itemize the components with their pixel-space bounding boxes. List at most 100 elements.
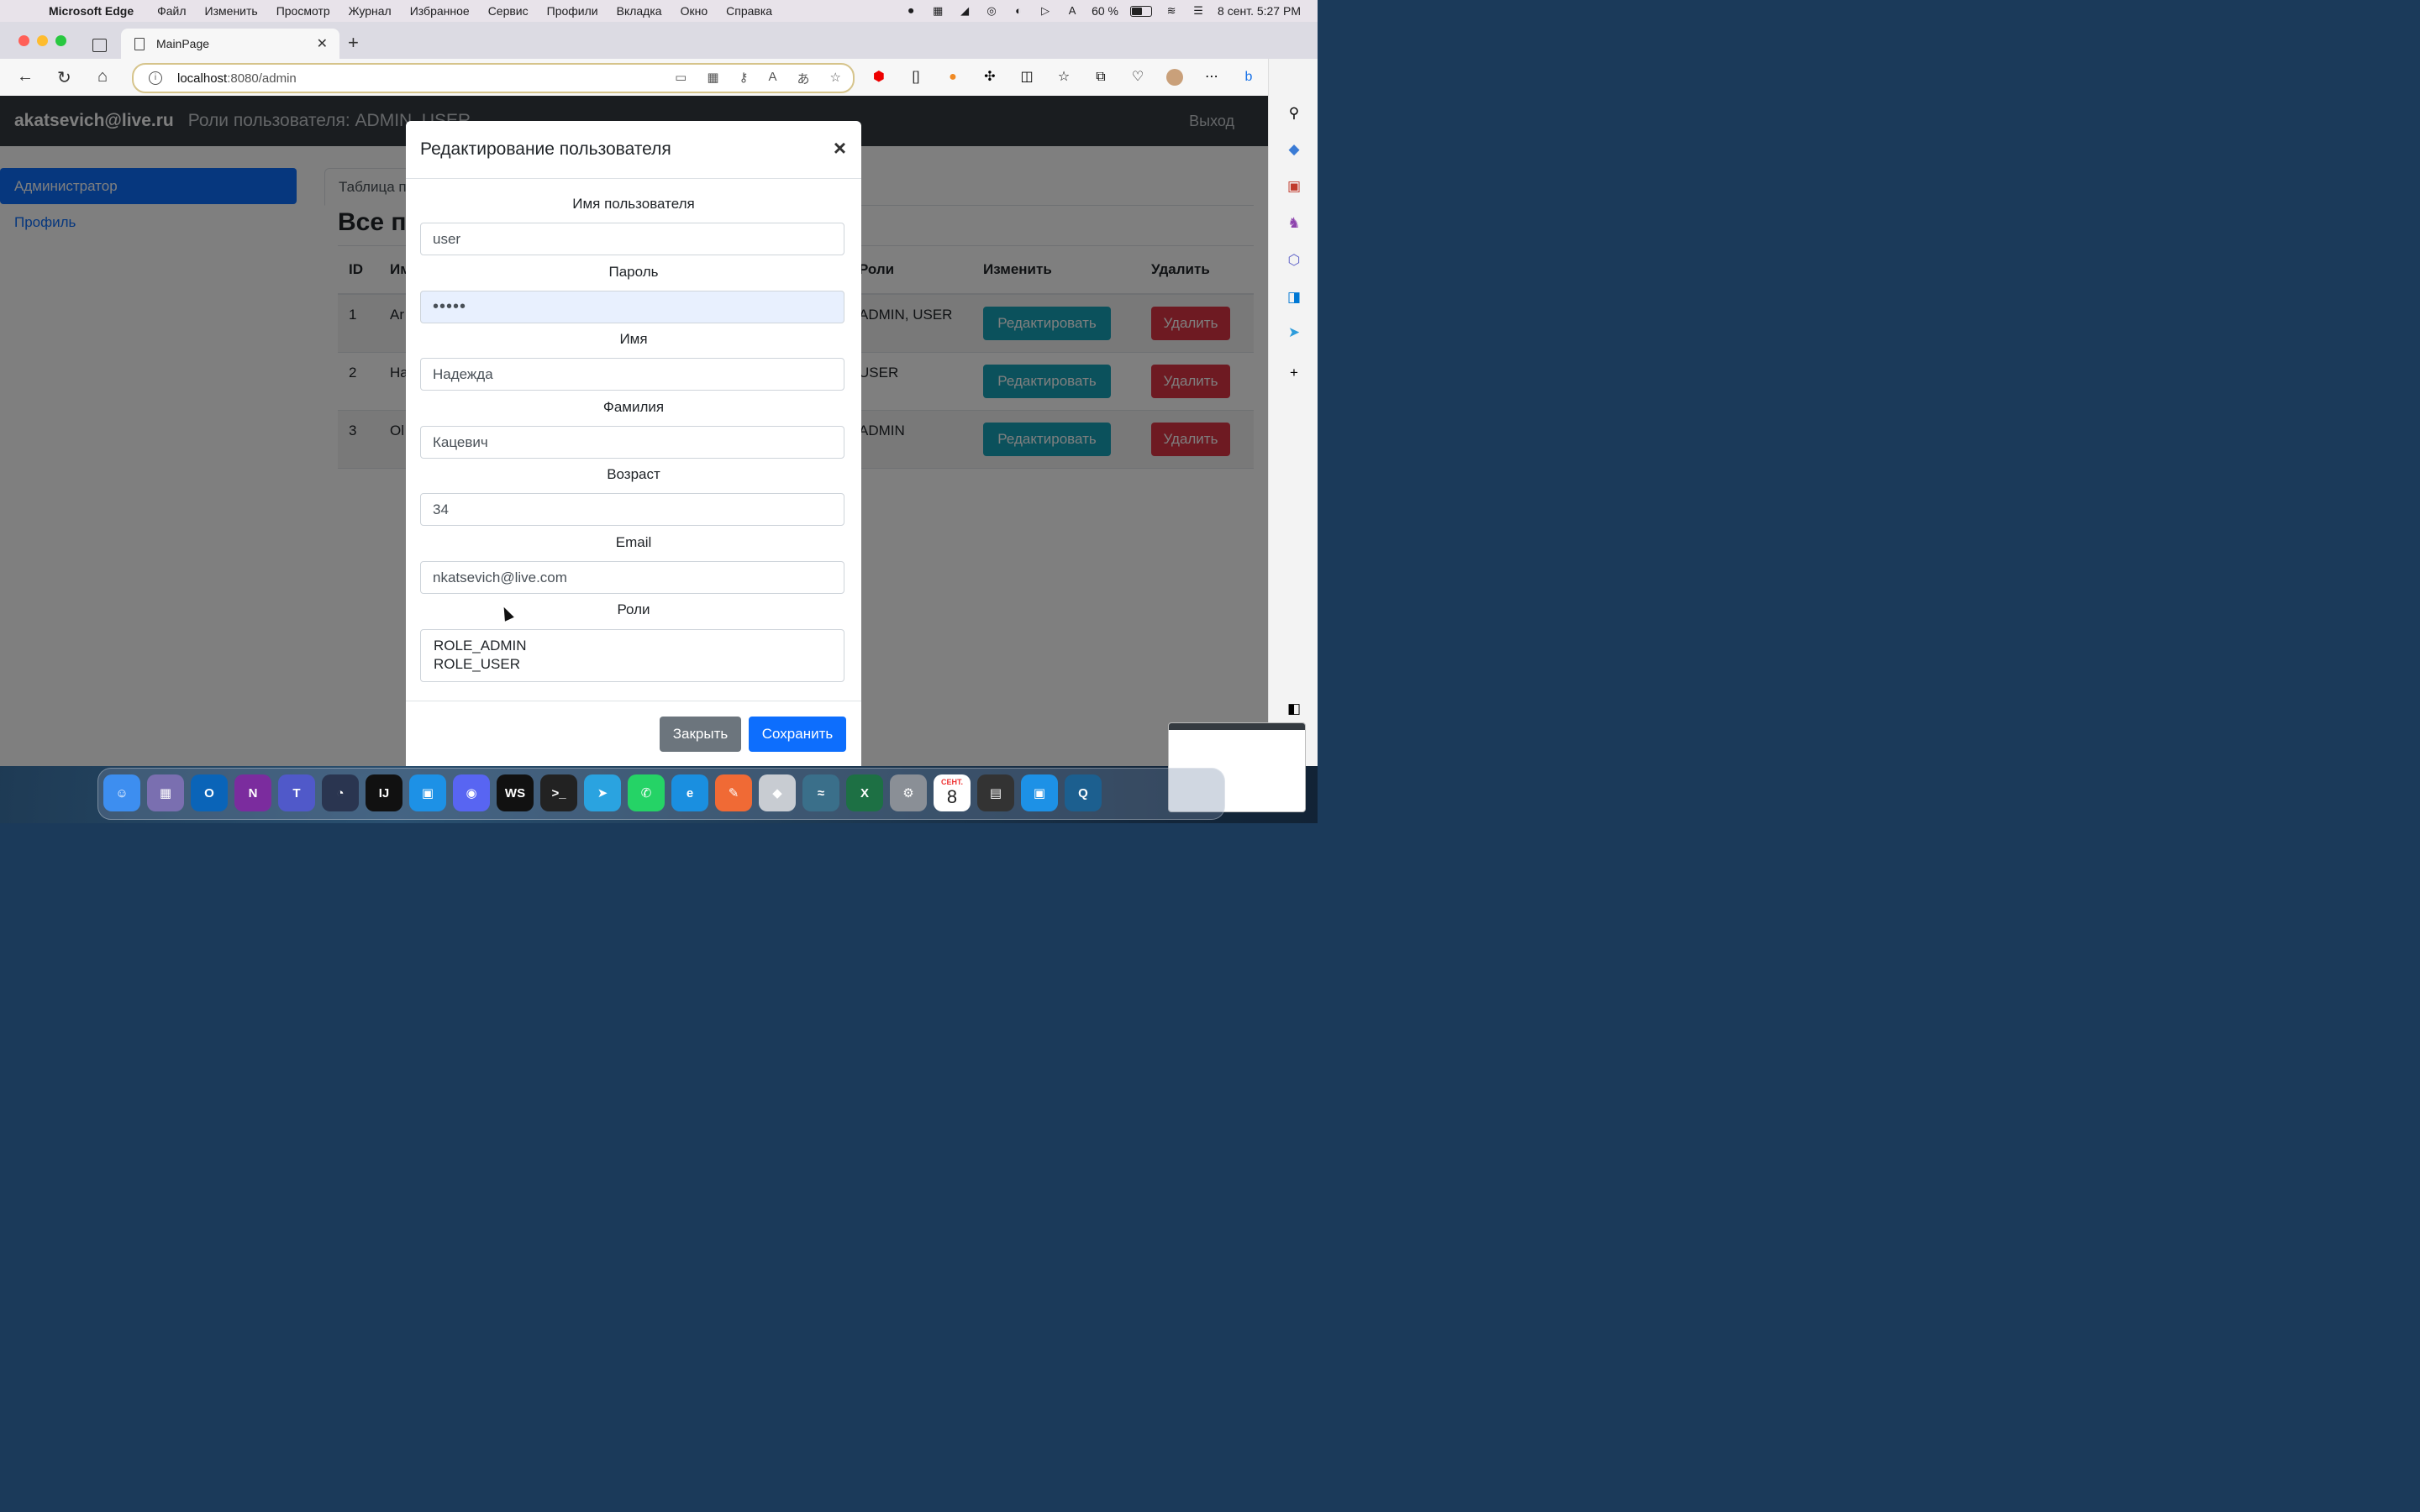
outlook-icon[interactable]: ◨ (1286, 289, 1302, 306)
close-button[interactable]: Закрыть (660, 717, 741, 752)
shopping-icon[interactable]: ◆ (1286, 141, 1302, 158)
last-name-input[interactable]: Кацевич (420, 426, 844, 459)
finder-icon[interactable]: ☺ (103, 774, 140, 811)
discord-icon[interactable]: ◉ (453, 774, 490, 811)
close-window-icon[interactable] (18, 35, 29, 46)
menu-profiles[interactable]: Профили (547, 4, 598, 18)
username-input[interactable]: user (420, 223, 844, 255)
battery-icon[interactable] (1130, 5, 1153, 17)
home-icon[interactable]: ⌂ (97, 67, 108, 87)
profile-avatar-icon[interactable] (1166, 69, 1183, 86)
apps-icon[interactable]: ▦ (707, 70, 718, 87)
record-icon[interactable]: ⏺ (903, 4, 918, 18)
copilot-apps-icon[interactable]: ⬡ (1286, 252, 1302, 269)
password-input[interactable]: ••••• (420, 291, 844, 323)
menu-favorites[interactable]: Избранное (410, 4, 470, 18)
site-info-icon[interactable]: i (149, 71, 162, 85)
app-name[interactable]: Microsoft Edge (49, 4, 134, 18)
performance-icon[interactable]: ♡ (1129, 69, 1146, 86)
roblox-icon[interactable]: ◆ (759, 774, 796, 811)
extension-bracket-icon[interactable]: [] (908, 69, 924, 86)
quicktime-icon[interactable]: Q (1065, 774, 1102, 811)
menu-tools[interactable]: Сервис (488, 4, 529, 18)
mysql-workbench-icon[interactable]: ≈ (802, 774, 839, 811)
email-label: Email (615, 534, 652, 550)
extension-orange-icon[interactable]: ● (944, 69, 961, 86)
telegram-dock-icon[interactable]: ➤ (584, 774, 621, 811)
docker-desktop-icon[interactable]: ▣ (1021, 774, 1058, 811)
edge-dock-icon[interactable]: e (671, 774, 708, 811)
roles-select[interactable]: ROLE_ADMIN ROLE_USER (420, 629, 844, 682)
menu-history[interactable]: Журнал (349, 4, 392, 18)
favorite-star-icon[interactable]: ☆ (830, 70, 841, 87)
first-name-input[interactable]: Надежда (420, 358, 844, 391)
outlook-dock-icon[interactable]: O (191, 774, 228, 811)
age-input[interactable]: 34 (420, 493, 844, 526)
new-tab-icon[interactable]: + (348, 32, 359, 54)
play-icon[interactable]: ▷ (1038, 4, 1053, 18)
back-icon[interactable]: ← (17, 67, 34, 87)
calendar-icon[interactable]: СЕНТ. 8 (934, 774, 971, 811)
key-icon[interactable]: ⚷ (739, 70, 749, 87)
control-center-icon[interactable]: ☰ (1191, 4, 1206, 18)
clock[interactable]: 8 сент. 5:27 PM (1218, 4, 1301, 18)
search-icon[interactable]: ⚲ (1286, 105, 1302, 122)
system-settings-icon[interactable]: ⚙ (890, 774, 927, 811)
refresh-icon[interactable]: ↻ (57, 67, 71, 88)
save-button[interactable]: Сохранить (749, 717, 846, 752)
tools-icon[interactable]: ▣ (1286, 178, 1302, 195)
address-bar[interactable]: i localhost:8080/admin ▭ ▦ ⚷ A あ ☆ (132, 63, 855, 93)
tab-actions-icon[interactable] (92, 39, 107, 52)
creative-cloud-icon[interactable]: ◎ (984, 4, 999, 18)
sidebar-toggle-icon[interactable]: ◧ (1286, 701, 1302, 717)
calculator-icon[interactable]: ▤ (977, 774, 1014, 811)
launchpad-icon[interactable]: ▦ (147, 774, 184, 811)
add-icon[interactable]: + (1286, 365, 1302, 381)
menu-file[interactable]: Файл (157, 4, 186, 18)
onenote-icon[interactable]: N (234, 774, 271, 811)
terminal-icon[interactable]: >_ (540, 774, 577, 811)
webstorm-icon[interactable]: WS (497, 774, 534, 811)
contrast-icon[interactable]: ◐ (1011, 4, 1026, 18)
more-icon[interactable]: ⋯ (1203, 69, 1220, 86)
send-icon[interactable]: ➤ (1286, 324, 1302, 341)
menu-tab[interactable]: Вкладка (617, 4, 662, 18)
postman-icon[interactable]: ✎ (715, 774, 752, 811)
teams-icon[interactable]: T (278, 774, 315, 811)
zoom-window-icon[interactable] (55, 35, 66, 46)
read-aloud-icon[interactable]: A (769, 70, 777, 87)
excel-icon[interactable]: X (846, 774, 883, 811)
translate-icon[interactable]: あ (797, 70, 810, 87)
docker-icon[interactable]: ▦ (930, 4, 945, 18)
intellij-icon[interactable]: IJ (366, 774, 402, 811)
menu-view[interactable]: Просмотр (276, 4, 330, 18)
minimize-window-icon[interactable] (37, 35, 48, 46)
mac-menubar: Microsoft Edge Файл Изменить Просмотр Жу… (0, 0, 1318, 22)
whatsapp-icon[interactable]: ✆ (628, 774, 665, 811)
role-option-admin[interactable]: ROLE_ADMIN (434, 637, 831, 655)
collections-icon[interactable]: ⧉ (1092, 69, 1109, 86)
docker-dock-icon[interactable]: ▣ (409, 774, 446, 811)
battery-percent: 60 % (1092, 4, 1119, 18)
split-screen-icon[interactable]: ◫ (1018, 69, 1035, 86)
role-option-user[interactable]: ROLE_USER (434, 655, 831, 674)
telegram-icon[interactable]: ◢ (957, 4, 972, 18)
close-tab-icon[interactable]: ✕ (317, 35, 328, 52)
clock-app-icon[interactable]: ◔ (322, 774, 359, 811)
copilot-icon[interactable]: b (1240, 69, 1257, 86)
favorites-icon[interactable]: ☆ (1055, 69, 1072, 86)
input-source-icon[interactable]: A (1065, 4, 1080, 18)
menu-edit[interactable]: Изменить (205, 4, 258, 18)
games-icon[interactable]: ♞ (1286, 215, 1302, 232)
browser-tab[interactable]: MainPage ✕ (121, 29, 339, 59)
page-icon (134, 37, 145, 50)
app-available-icon[interactable]: ▭ (675, 70, 687, 87)
extensions-icon[interactable]: ✣ (981, 69, 998, 86)
menu-help[interactable]: Справка (726, 4, 772, 18)
close-icon[interactable]: × (834, 136, 846, 160)
adblock-icon[interactable]: ⬢ (871, 69, 887, 86)
menu-window[interactable]: Окно (681, 4, 708, 18)
edge-sidebar: ⚲ ◆ ▣ ♞ ⬡ ◨ ➤ + ◧ (1268, 59, 1318, 766)
wifi-icon[interactable]: ≋ (1164, 4, 1179, 18)
email-input[interactable]: nkatsevich@live.com (420, 561, 844, 594)
